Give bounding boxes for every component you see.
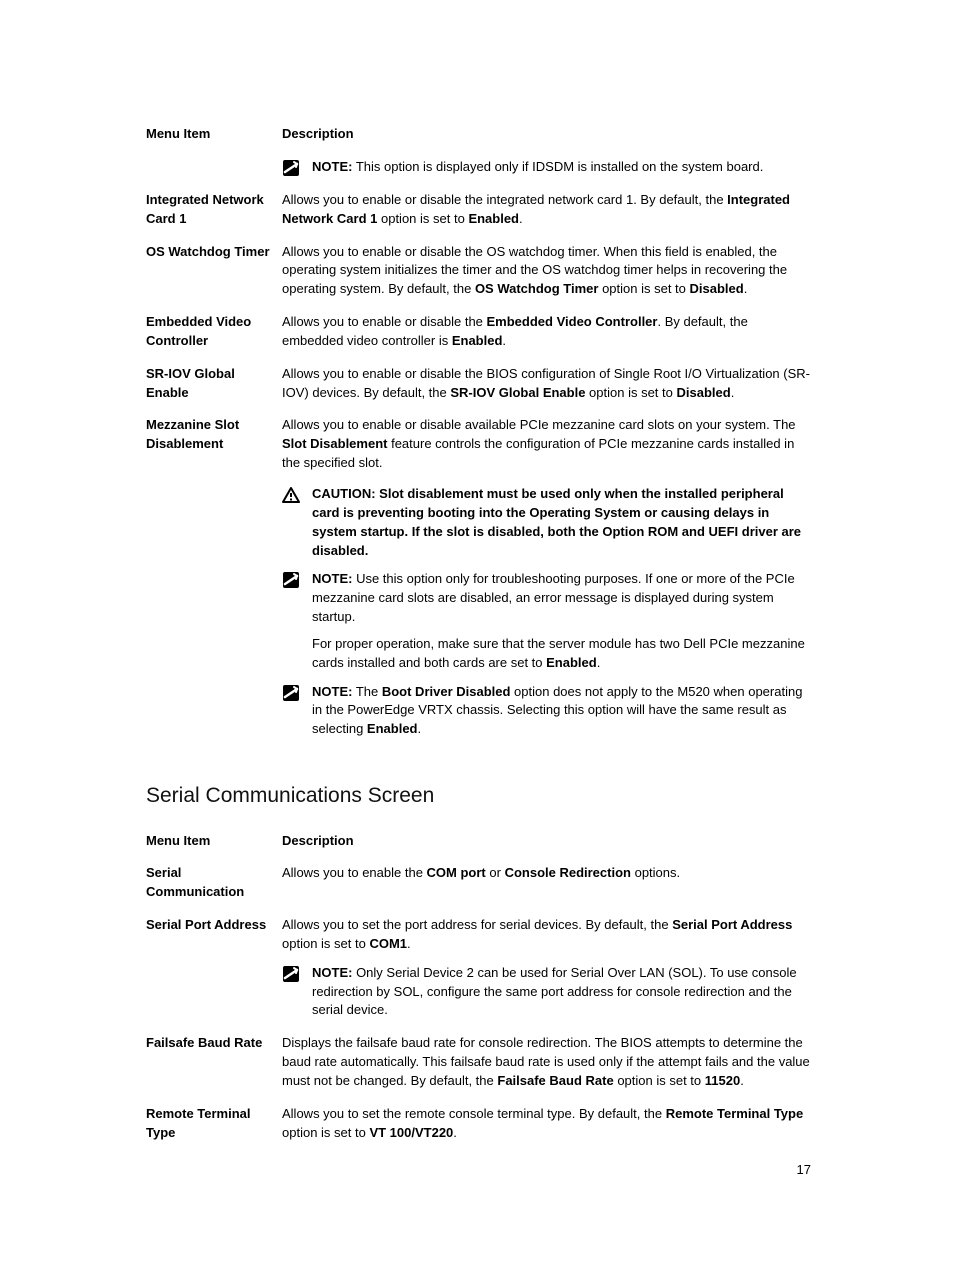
menu-item-label: Remote Terminal Type [146, 1105, 282, 1157]
menu-item-description: Allows you to set the port address for s… [282, 916, 811, 1034]
caution-icon [282, 486, 300, 504]
menu-item-label: Embedded Video Controller [146, 313, 282, 365]
caution-text: CAUTION: Slot disablement must be used o… [312, 485, 811, 560]
table-row: Embedded Video Controller Allows you to … [146, 313, 811, 365]
section-heading-serial-comm: Serial Communications Screen [146, 781, 811, 811]
table-row: Integrated Network Card 1 Allows you to … [146, 191, 811, 243]
note-sol: NOTE: Only Serial Device 2 can be used f… [282, 964, 811, 1021]
note-idsdm: NOTE: This option is displayed only if I… [282, 158, 811, 177]
note-text: NOTE: Use this option only for troublesh… [312, 570, 811, 672]
table-row: SR-IOV Global Enable Allows you to enabl… [146, 365, 811, 417]
menu-item-description: Allows you to enable or disable availabl… [282, 416, 811, 753]
menu-item-label: SR-IOV Global Enable [146, 365, 282, 417]
column-header-menu-item: Menu Item [146, 125, 282, 158]
menu-item-label: Serial Port Address [146, 916, 282, 1034]
menu-item-description: Allows you to enable or disable the Embe… [282, 313, 811, 365]
table-serial-communications: Menu Item Description Serial Communicati… [146, 832, 811, 1157]
table-row: Mezzanine Slot Disablement Allows you to… [146, 416, 811, 753]
table-row: Serial Communication Allows you to enabl… [146, 864, 811, 916]
table-row: Failsafe Baud Rate Displays the failsafe… [146, 1034, 811, 1105]
menu-item-label: Serial Communication [146, 864, 282, 916]
menu-item-label: Failsafe Baud Rate [146, 1034, 282, 1105]
note-icon [282, 965, 300, 983]
menu-item-label: Integrated Network Card 1 [146, 191, 282, 243]
menu-item-label: Mezzanine Slot Disablement [146, 416, 282, 753]
note-text: NOTE: This option is displayed only if I… [312, 158, 811, 177]
table-row: Serial Port Address Allows you to set th… [146, 916, 811, 1034]
column-header-description: Description [282, 125, 811, 158]
page-number: 17 [797, 1161, 811, 1180]
note-troubleshooting: NOTE: Use this option only for troublesh… [282, 570, 811, 672]
menu-item-description: Allows you to enable or disable the BIOS… [282, 365, 811, 417]
column-header-description: Description [282, 832, 811, 865]
caution-slot-disablement: CAUTION: Slot disablement must be used o… [282, 485, 811, 560]
note-icon [282, 571, 300, 589]
column-header-menu-item: Menu Item [146, 832, 282, 865]
note-boot-driver: NOTE: The Boot Driver Disabled option do… [282, 683, 811, 740]
note-text: NOTE: Only Serial Device 2 can be used f… [312, 964, 811, 1021]
table-integrated-devices: Menu Item Description NOTE: This option … [146, 125, 811, 753]
menu-item-label: OS Watchdog Timer [146, 243, 282, 314]
menu-item-description: Allows you to enable the COM port or Con… [282, 864, 811, 916]
note-icon [282, 159, 300, 177]
menu-item-description: Allows you to set the remote console ter… [282, 1105, 811, 1157]
menu-item-description: Allows you to enable or disable the OS w… [282, 243, 811, 314]
note-text: NOTE: The Boot Driver Disabled option do… [312, 683, 811, 740]
note-icon [282, 684, 300, 702]
menu-item-description: Allows you to enable or disable the inte… [282, 191, 811, 243]
table-row: Remote Terminal Type Allows you to set t… [146, 1105, 811, 1157]
table-row: OS Watchdog Timer Allows you to enable o… [146, 243, 811, 314]
menu-item-description: Displays the failsafe baud rate for cons… [282, 1034, 811, 1105]
